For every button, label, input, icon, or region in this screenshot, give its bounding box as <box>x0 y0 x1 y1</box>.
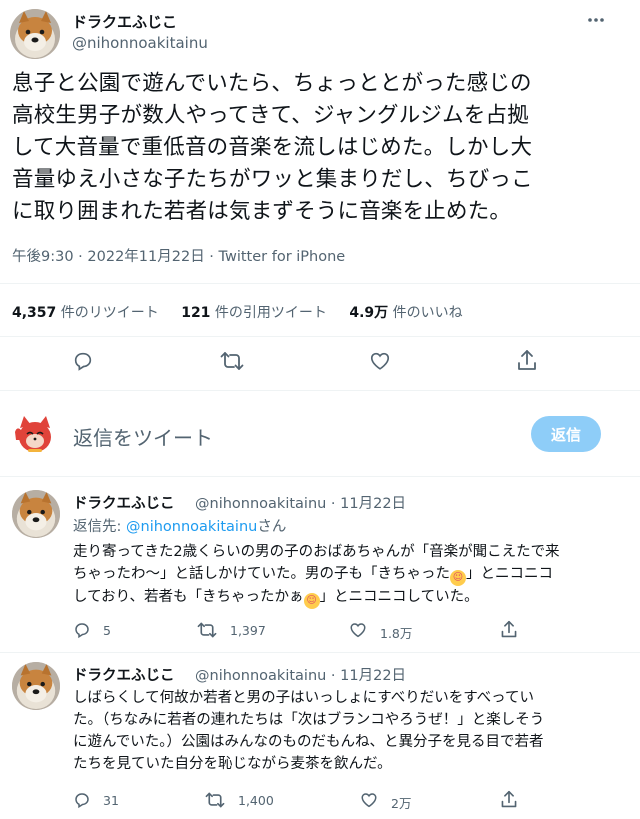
retweet-count: 1,400 <box>238 793 274 808</box>
reply-text: しばらくして何故か若者と男の子はいっしょにすべりだいをすべってい た。（ちなみに… <box>73 687 613 775</box>
tweet-text-line: 高校生男子が数人やってきて、ジャングルジムを占拠 <box>12 103 529 128</box>
like-count: 1.8万 <box>380 626 413 641</box>
reply-text-line: たちを見ていた自分を恥じながら麦茶を飲んだ。 <box>73 756 392 772</box>
reply-text-line: 走り寄ってきた2歳くらいの男の子のおばあちゃんが「音楽が聞こえたで来 <box>73 544 560 560</box>
divider <box>0 283 640 284</box>
share-icon[interactable] <box>500 790 518 813</box>
quote-count[interactable]: 121 <box>181 305 210 321</box>
divider <box>0 652 640 653</box>
replying-to-handle[interactable]: @nihonnoakitainu <box>126 519 257 535</box>
like-label[interactable]: 件のいいね <box>393 305 463 321</box>
reply-text-line: ちゃったわ〜」と話しかけていた。男の子も「きちゃった ☺ 」とニコニコ <box>73 563 613 586</box>
like-count: 2万 <box>391 796 412 811</box>
reply-handle-date[interactable]: @nihonnoakitainu · 11月22日 <box>195 664 406 685</box>
reply-icon[interactable] <box>73 791 91 813</box>
reply-text-line: しており、若者も「きちゃったかぁ ☺ 」とニコニコしていた。 <box>73 586 613 609</box>
author-handle[interactable]: @nihonnoakitainu <box>72 34 208 52</box>
quote-label[interactable]: 件の引用ツイート <box>215 305 327 321</box>
reply-button[interactable]: 返信 <box>531 416 601 452</box>
heart-icon[interactable] <box>369 350 391 376</box>
replying-to-prefix: 返信先: <box>73 519 126 535</box>
reply-text-line: に遊んでいた。）公園はみんなのものだもんね、と異分子を見る目で若者 <box>73 734 544 750</box>
replying-to: 返信先: @nihonnoakitainuさん <box>73 515 286 536</box>
reply-text: 走り寄ってきた2歳くらいの男の子のおばあちゃんが「音楽が聞こえたで来 ちゃったわ… <box>73 541 613 609</box>
like-count[interactable]: 4.9万 <box>349 305 388 321</box>
tweet-text-line: 息子と公園で遊んでいたら、ちょっととがった感じの <box>12 71 532 96</box>
divider <box>0 390 640 391</box>
more-dots-icon[interactable] <box>586 10 606 30</box>
reply-text-line: た。（ちなみに若者の連れたちは「次はブランコやろうぜ！」と楽しそう <box>73 712 545 728</box>
smiling-face-emoji: ☺ <box>450 570 466 586</box>
heart-icon[interactable] <box>349 621 367 643</box>
tweet-timestamp[interactable]: 午後9:30 · 2022年11月22日 · Twitter for iPhon… <box>12 245 345 266</box>
replying-to-suffix: さん <box>257 519 287 535</box>
divider <box>0 476 640 477</box>
reply-icon[interactable] <box>73 621 91 643</box>
divider <box>0 336 640 337</box>
reply-count: 31 <box>103 793 119 808</box>
retweet-count: 1,397 <box>230 623 266 638</box>
retweet-icon[interactable] <box>197 621 217 643</box>
composer-avatar[interactable] <box>12 412 58 458</box>
author-name[interactable]: ドラクエふじこ <box>72 11 177 32</box>
reply-author-name[interactable]: ドラクエふじこ <box>73 664 175 685</box>
tweet-text-line: に取り囲まれた若者は気まずそうに音楽を止めた。 <box>12 199 512 224</box>
heart-icon[interactable] <box>360 791 378 813</box>
reply-avatar[interactable] <box>12 490 60 538</box>
reply-text-line: しばらくして何故か若者と男の子はいっしょにすべりだいをすべってい <box>73 690 534 706</box>
reply-count: 5 <box>103 623 111 638</box>
reply-author-name[interactable]: ドラクエふじこ <box>73 492 175 513</box>
retweet-count[interactable]: 4,357 <box>12 305 56 321</box>
retweet-label[interactable]: 件のリツイート <box>61 305 159 321</box>
retweet-icon[interactable] <box>220 350 244 376</box>
smiling-face-emoji: ☺ <box>303 593 320 609</box>
reply-icon[interactable] <box>72 350 94 376</box>
share-icon[interactable] <box>500 620 518 643</box>
reply-avatar[interactable] <box>12 662 60 710</box>
tweet-text-line: 音量ゆえ小さな子たちがワッと集まりだし、ちびっこ <box>12 167 533 192</box>
engagement-stats: 4,357 件のリツイート 121 件の引用ツイート 4.9万 件のいいね <box>12 302 481 322</box>
share-icon[interactable] <box>516 349 538 376</box>
retweet-icon[interactable] <box>205 791 225 813</box>
tweet-text-line: して大音量で重低音の音楽を流しはじめた。しかし大 <box>12 135 533 160</box>
author-avatar[interactable] <box>10 9 60 59</box>
reply-handle-date[interactable]: @nihonnoakitainu · 11月22日 <box>195 492 406 513</box>
tweet-text: 息子と公園で遊んでいたら、ちょっととがった感じの 高校生男子が数人やってきて、ジ… <box>12 68 627 228</box>
reply-composer-input[interactable]: 返信をツイート <box>73 422 213 451</box>
